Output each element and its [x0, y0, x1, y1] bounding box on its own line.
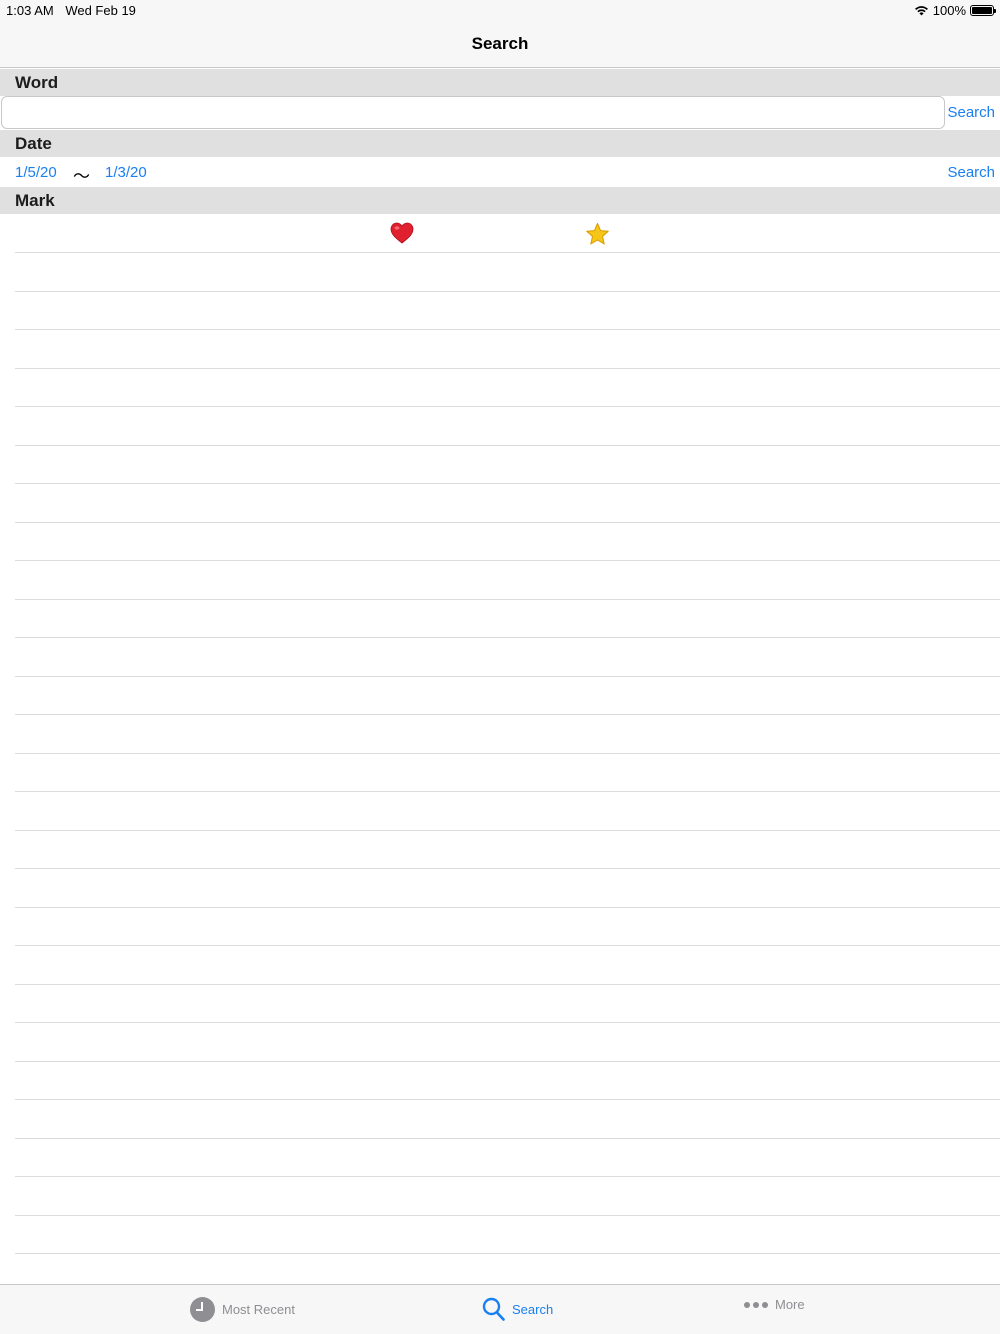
table-row: [15, 521, 1000, 561]
star-icon[interactable]: [585, 222, 610, 246]
table-row: [15, 598, 1000, 638]
table-row: [15, 560, 1000, 599]
table-row: [15, 1176, 1000, 1215]
table-row: [15, 1214, 1000, 1254]
magnifier-icon: [482, 1297, 505, 1321]
table-row: [15, 983, 1000, 1023]
table-row: [15, 444, 1000, 484]
tab-label-more: More: [775, 1297, 805, 1312]
mark-row: [0, 214, 1000, 253]
battery-fill: [972, 7, 992, 14]
more-icon: [744, 1301, 768, 1308]
status-bar: 1:03 AM Wed Feb 19 100%: [0, 0, 1000, 20]
wifi-icon: [914, 6, 928, 16]
table-row: [15, 1060, 1000, 1100]
table-row: [15, 906, 1000, 946]
tab-bar: Most Recent Search More: [0, 1284, 1000, 1334]
clock-icon: [190, 1297, 215, 1322]
table-row: [15, 829, 1000, 869]
table-row: [15, 675, 1000, 715]
navigation-bar: Search: [0, 20, 1000, 68]
battery-icon: [970, 5, 996, 16]
table-row: [15, 868, 1000, 907]
table-row: [15, 1022, 1000, 1061]
table-row: [15, 945, 1000, 984]
table-row: [15, 367, 1000, 407]
word-row: Search: [0, 96, 1000, 130]
tab-label-most-recent: Most Recent: [222, 1302, 295, 1317]
table-row: [15, 714, 1000, 753]
date-row: 1/5/20 〜 1/3/20 Search: [0, 157, 1000, 187]
page-title: Search: [471, 33, 529, 53]
word-search-button[interactable]: Search: [947, 104, 995, 121]
empty-results-table: [15, 252, 1000, 1292]
status-time: 1:03 AM: [6, 3, 54, 18]
table-row: [15, 637, 1000, 676]
table-row: [15, 752, 1000, 792]
table-row: [15, 290, 1000, 330]
date-from-button[interactable]: 1/5/20: [15, 164, 57, 181]
status-right: 100%: [914, 3, 996, 18]
table-row: [15, 406, 1000, 445]
heart-icon[interactable]: [390, 222, 414, 244]
tab-label-search: Search: [512, 1301, 554, 1317]
date-search-button[interactable]: Search: [947, 164, 995, 181]
section-header-word: Word: [0, 69, 1000, 96]
table-row: [15, 329, 1000, 368]
date-to-button[interactable]: 1/3/20: [105, 164, 147, 181]
date-range-separator: 〜: [73, 167, 90, 186]
section-header-mark: Mark: [0, 187, 1000, 214]
table-row: [15, 483, 1000, 522]
table-row: [15, 252, 1000, 291]
table-row: [15, 1137, 1000, 1177]
status-left: 1:03 AM Wed Feb 19: [6, 3, 144, 18]
status-date: Wed Feb 19: [65, 3, 136, 18]
tab-most-recent[interactable]: Most Recent: [190, 1297, 295, 1322]
tab-more[interactable]: More: [744, 1297, 805, 1312]
table-row: [15, 791, 1000, 830]
section-header-date: Date: [0, 130, 1000, 157]
battery-percent: 100%: [932, 3, 966, 18]
table-row: [15, 1099, 1000, 1138]
word-search-input[interactable]: [1, 96, 945, 129]
tab-search[interactable]: Search: [482, 1297, 553, 1321]
